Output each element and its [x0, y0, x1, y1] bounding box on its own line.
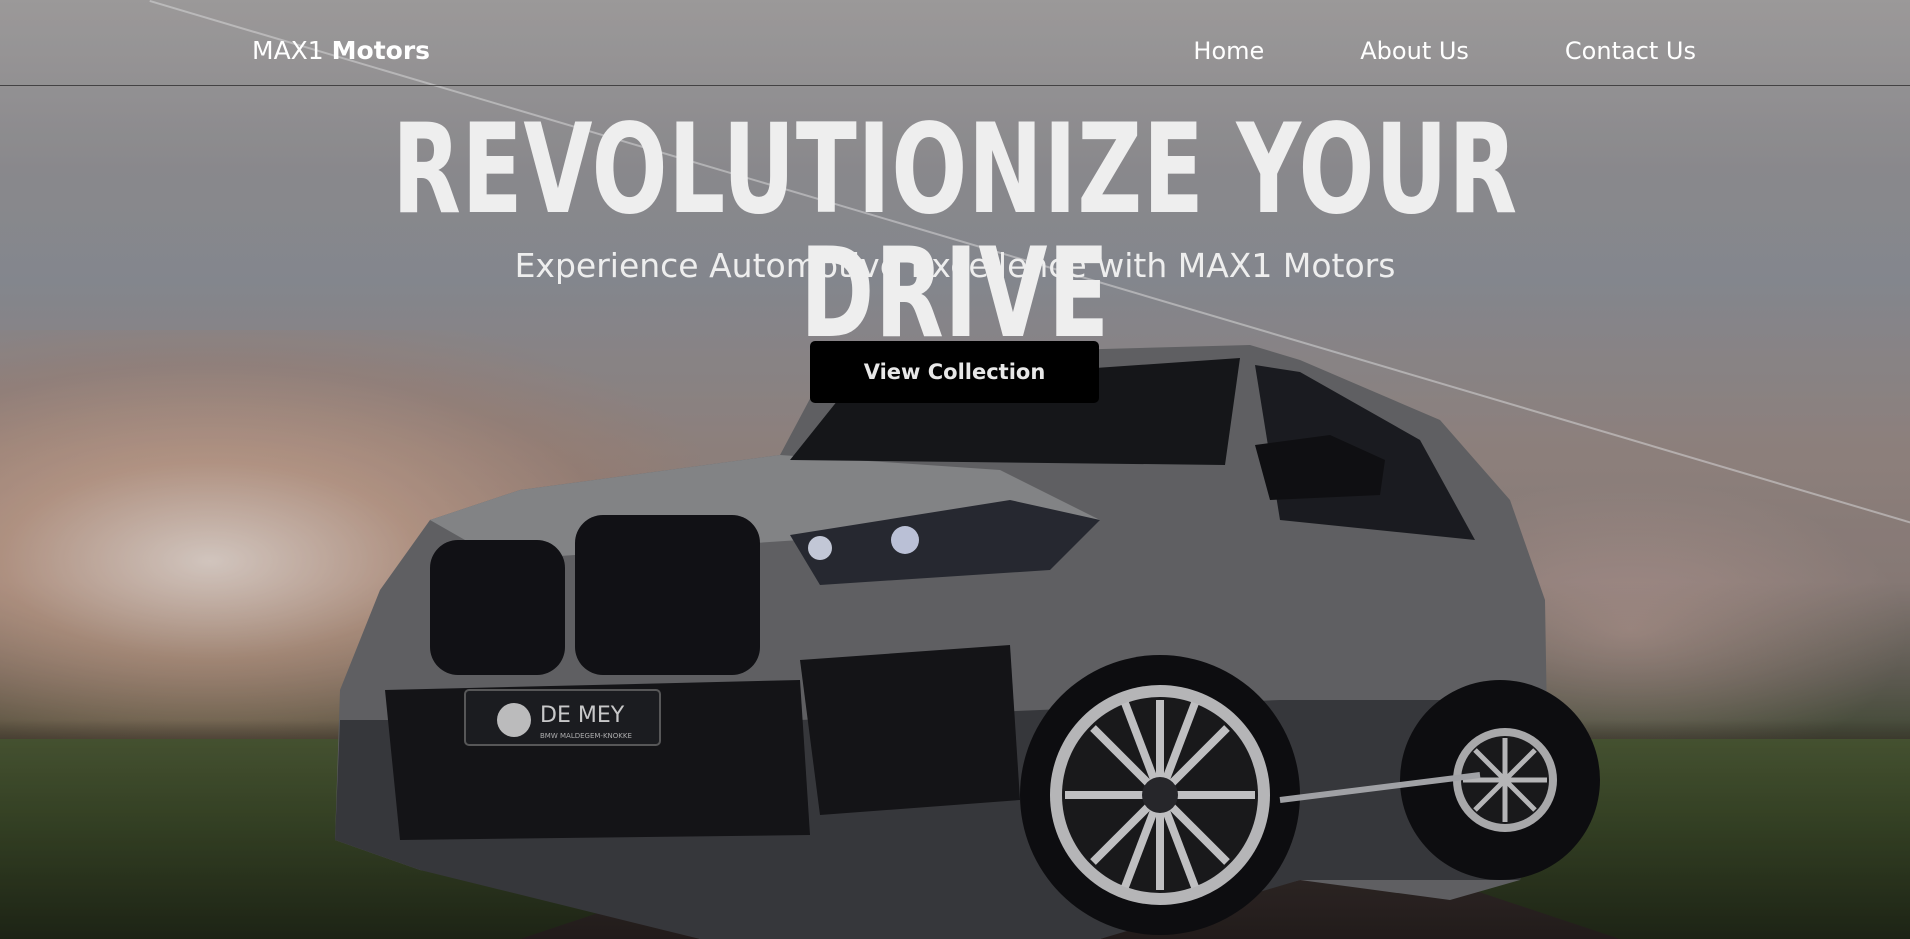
nav-links: Home About Us Contact Us — [1097, 37, 1696, 65]
hero-subtitle: Experience Automotive Excellence with MA… — [514, 246, 1396, 285]
nav-link-contact-us[interactable]: Contact Us — [1565, 37, 1696, 65]
nav-link-about-us[interactable]: About Us — [1360, 37, 1469, 65]
brand-logo[interactable]: MAX1 Motors — [252, 36, 430, 65]
brand-name-light: MAX1 — [252, 36, 332, 65]
brand-name-bold: Motors — [331, 36, 431, 65]
hero-headline: REVOLUTIONIZE YOUR DRIVE — [392, 98, 1518, 366]
nav-link-home[interactable]: Home — [1193, 37, 1264, 65]
view-collection-button[interactable]: View Collection — [810, 341, 1099, 403]
hero-section: DE MEY BMW MALDEGEM-KNOKKE MAX1 Motors H… — [0, 0, 1910, 939]
top-navbar: MAX1 Motors Home About Us Contact Us — [0, 0, 1910, 86]
